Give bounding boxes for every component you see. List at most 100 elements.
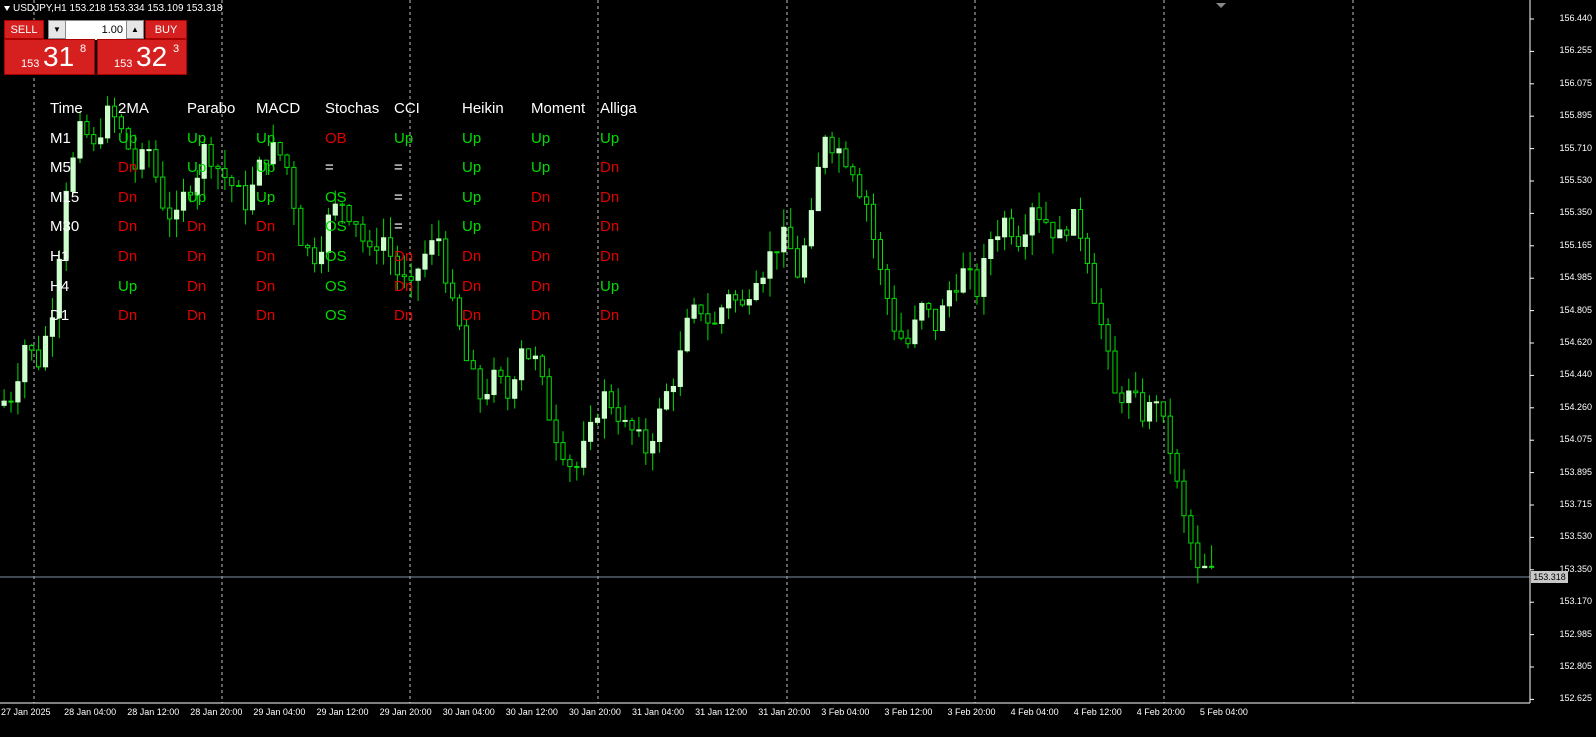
candle-body: [1, 400, 7, 406]
table-header: 2MA: [118, 100, 149, 117]
signal-cell: Dn: [600, 218, 620, 236]
candle-body: [836, 148, 842, 154]
candle-body: [470, 360, 476, 370]
candle-body: [781, 226, 787, 253]
price-label: 154.440: [1559, 369, 1592, 380]
candle-body: [870, 203, 877, 241]
buy-button[interactable]: BUY: [145, 20, 187, 39]
candle-body: [788, 226, 794, 250]
signal-cell: OS: [325, 277, 347, 295]
time-label: 31 Jan 04:00: [632, 707, 685, 717]
time-label: 29 Jan 12:00: [316, 707, 369, 717]
signal-cell: Dn: [394, 248, 414, 265]
candle-body: [967, 268, 973, 271]
signal-cell: Dn: [462, 277, 482, 295]
candle-body: [1160, 401, 1166, 417]
lot-increase-button[interactable]: ▲: [126, 21, 143, 38]
signal-cell: Dn: [256, 277, 276, 295]
candle-body: [939, 305, 946, 332]
candle-body: [677, 350, 683, 387]
price-label: 156.255: [1559, 45, 1592, 56]
dropdown-arrow-icon[interactable]: [4, 5, 10, 11]
candle-body: [1167, 415, 1173, 454]
price-label: 153.715: [1559, 499, 1592, 509]
candle-body: [822, 136, 828, 168]
candle-body: [70, 157, 76, 192]
signal-cell: OS: [325, 307, 347, 325]
candle-body: [77, 121, 83, 159]
lot-size-input[interactable]: [66, 21, 126, 40]
time-label: 5 Feb 04:00: [1199, 707, 1248, 717]
candle-body: [456, 297, 463, 327]
lot-decrease-button[interactable]: ▼: [49, 21, 66, 38]
candle-body: [381, 237, 387, 251]
signal-cell: =: [394, 218, 403, 236]
candle-body: [670, 385, 676, 393]
candle-body: [615, 407, 621, 422]
current-price-tag: 153.318: [1531, 571, 1568, 583]
time-label: 29 Jan 04:00: [253, 707, 306, 717]
candle-body: [105, 105, 111, 139]
price-chart[interactable]: [0, 0, 1596, 737]
candle-body: [1105, 324, 1111, 352]
signal-cell: Dn: [256, 218, 276, 236]
candle-body: [118, 116, 125, 130]
candle-body: [712, 322, 718, 325]
timeframe-label: M15: [50, 188, 80, 206]
candle-body: [898, 330, 904, 339]
sell-button[interactable]: SELL: [4, 20, 44, 39]
candle-body: [360, 223, 366, 242]
signal-cell: Up: [462, 129, 482, 147]
signal-cell: Dn: [187, 277, 207, 295]
candle-body: [1050, 221, 1056, 239]
candle-body: [698, 304, 704, 315]
time-label: 29 Jan 20:00: [379, 707, 432, 717]
sell-price-sup: 8: [80, 43, 87, 55]
candle-body: [422, 253, 428, 270]
time-label: 4 Feb 04:00: [1010, 707, 1059, 717]
buy-price-button[interactable]: 153 32 3: [97, 39, 187, 75]
candle-body: [415, 268, 421, 281]
price-label: 154.805: [1559, 304, 1592, 315]
candle-body: [1043, 218, 1049, 223]
candle-body: [760, 277, 766, 285]
signal-cell: Dn: [531, 248, 551, 265]
signal-cell: Dn: [118, 159, 138, 177]
candle-body: [1140, 392, 1146, 422]
candle-body: [243, 185, 249, 211]
signal-cell: Up: [256, 159, 276, 177]
table-header: MACD: [256, 100, 301, 117]
candle-body: [636, 429, 642, 432]
candle-body: [1064, 229, 1070, 236]
timeframe-label: H4: [50, 277, 70, 295]
candle-body: [663, 391, 670, 410]
candle-body: [746, 299, 752, 306]
lot-size-field[interactable]: ▼ ▲: [48, 20, 144, 40]
price-label: 155.165: [1559, 239, 1592, 250]
table-header: CCI: [394, 100, 420, 117]
signal-cell: Up: [531, 129, 551, 147]
candle-body: [995, 236, 1001, 241]
candle-body: [463, 325, 469, 362]
price-label: 153.170: [1559, 596, 1592, 607]
candle-body: [229, 177, 235, 186]
candle-body: [829, 136, 835, 154]
signal-cell: Up: [600, 277, 620, 295]
sell-price-button[interactable]: 153 31 8: [4, 39, 95, 75]
candle-body: [774, 251, 780, 254]
candle-body: [443, 238, 449, 284]
candle-body: [1202, 565, 1208, 569]
candle-body: [111, 105, 118, 118]
candle-body: [753, 283, 759, 301]
signal-cell: Up: [600, 129, 620, 147]
signal-cell: Dn: [600, 188, 620, 206]
signal-cell: Dn: [187, 248, 207, 265]
candle-body: [436, 238, 442, 242]
candle-body: [850, 166, 856, 176]
candle-body: [622, 419, 628, 422]
candle-body: [1153, 401, 1160, 404]
signal-cell: Dn: [187, 218, 207, 236]
signal-cell: Up: [256, 129, 276, 147]
candle-body: [484, 394, 490, 400]
time-label: 3 Feb 04:00: [821, 707, 870, 717]
